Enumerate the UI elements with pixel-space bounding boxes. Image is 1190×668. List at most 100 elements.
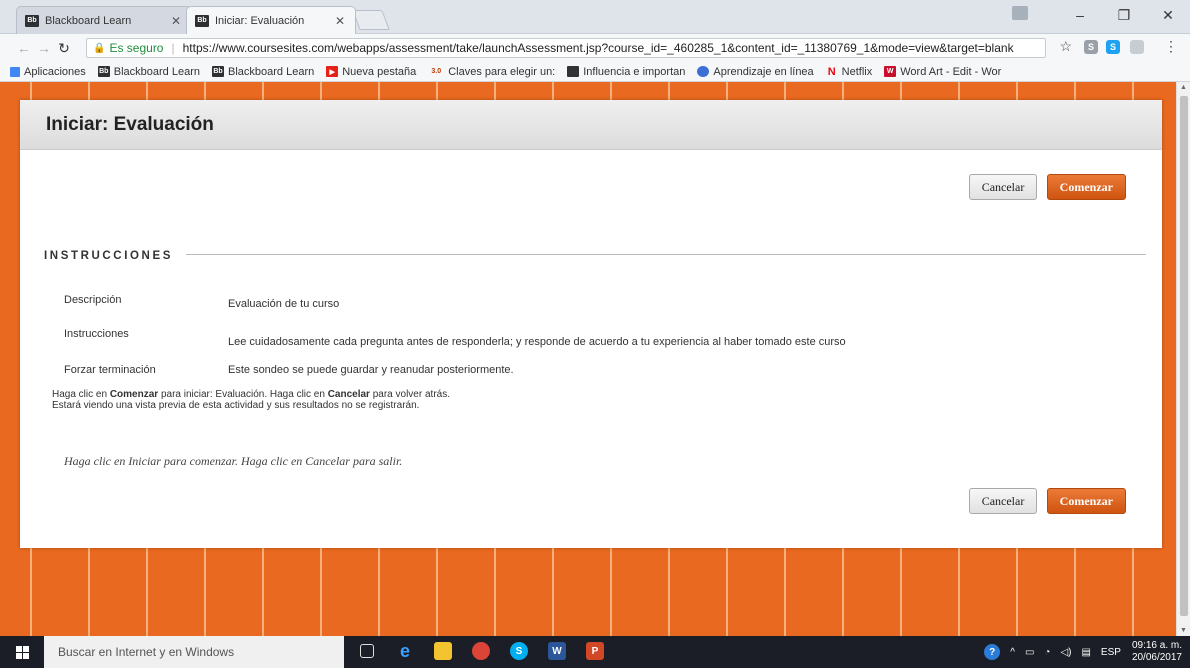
- tab-title: Blackboard Learn: [45, 14, 132, 27]
- browser-menu-icon[interactable]: ⋮: [1164, 38, 1178, 55]
- youtube-icon: ▶: [326, 66, 339, 77]
- top-button-row: Cancelar Comenzar: [963, 174, 1126, 200]
- three-point-zero-icon: 3.0: [431, 68, 442, 75]
- taskbar-search-input[interactable]: Buscar en Internet y en Windows: [44, 636, 344, 668]
- bookmark-label: Nueva pestaña: [342, 65, 417, 78]
- help-icon[interactable]: ?: [984, 644, 1001, 660]
- wifi-icon[interactable]: ◔: [1044, 647, 1050, 658]
- bookmark-label: Claves para elegir un:: [448, 65, 556, 78]
- powerpoint-icon[interactable]: P: [586, 642, 604, 660]
- windows-logo-icon: [15, 645, 29, 659]
- scroll-down-icon[interactable]: ▼: [1180, 627, 1187, 634]
- bookmark-star-icon[interactable]: ☆: [1059, 38, 1072, 55]
- bookmarks-bar: Aplicaciones Bb Blackboard Learn Bb Blac…: [0, 62, 1190, 82]
- lock-icon: 🔒: [93, 42, 106, 54]
- edge-icon[interactable]: e: [396, 641, 414, 661]
- row-label: Instrucciones: [64, 328, 129, 340]
- note-text: para volver atrás.: [369, 389, 450, 400]
- url-input[interactable]: 🔒 Es seguro | https://www.coursesites.co…: [86, 38, 1046, 58]
- blackboard-icon: Bb: [195, 14, 209, 27]
- scroll-up-icon[interactable]: ▲: [1180, 84, 1187, 91]
- row-value: Evaluación de tu curso: [228, 298, 340, 310]
- forward-arrow-icon[interactable]: →: [34, 40, 54, 56]
- row-value: Este sondeo se puede guardar y reanudar …: [228, 364, 514, 376]
- word-icon[interactable]: W: [548, 642, 566, 660]
- skype-icon[interactable]: S: [510, 642, 528, 660]
- back-arrow-icon[interactable]: ←: [14, 40, 34, 56]
- browser-tab-strip: Bb Blackboard Learn ✕ Bb Iniciar: Evalua…: [0, 0, 1190, 34]
- bookmark-icon: [567, 66, 580, 77]
- wordart-icon: W: [884, 66, 897, 77]
- clock[interactable]: 09:16 a. m. 20/06/2017: [1132, 640, 1182, 664]
- reload-icon[interactable]: ↻: [54, 40, 74, 57]
- divider: |: [171, 41, 175, 55]
- start-menu-button[interactable]: [0, 636, 44, 668]
- italic-instructions: Haga clic en Iniciar para comenzar. Haga…: [64, 454, 403, 468]
- extension-icon[interactable]: [1130, 40, 1144, 54]
- bookmark-label: Aprendizaje en línea: [713, 65, 814, 78]
- clock-time: 09:16 a. m.: [1131, 640, 1182, 651]
- blackboard-icon: Bb: [25, 14, 39, 27]
- tab-title: Iniciar: Evaluación: [215, 14, 305, 27]
- volume-icon[interactable]: ◁): [1060, 647, 1071, 658]
- bookmark-aprendizaje[interactable]: Aprendizaje en línea: [697, 65, 814, 78]
- blackboard-icon: Bb: [97, 66, 110, 77]
- bottom-button-row: Cancelar Comenzar: [963, 488, 1126, 514]
- section-title: INSTRUCCIONES: [44, 250, 174, 262]
- bookmark-apps[interactable]: Aplicaciones: [10, 66, 86, 78]
- bookmark-influencia[interactable]: Influencia e importan: [567, 66, 685, 78]
- task-view-icon[interactable]: [360, 644, 374, 658]
- secure-label: Es seguro: [109, 41, 164, 55]
- bookmark-label: Word Art - Edit - Wor: [900, 65, 1002, 78]
- system-tray: ? ^ ▭ ◔ ◁) ▤ ESP 09:16 a. m. 20/06/2017: [979, 636, 1190, 668]
- note-bold: Comenzar: [109, 389, 159, 400]
- address-bar-row: ← → ↻ 🔒 Es seguro | https://www.coursesi…: [0, 34, 1190, 62]
- note-text: Haga clic en: [52, 389, 110, 400]
- scrollbar-thumb[interactable]: [1180, 96, 1188, 616]
- apps-icon: [10, 66, 20, 77]
- note-text: para iniciar: Evaluación. Haga clic en: [158, 389, 328, 400]
- bookmark-netflix[interactable]: N Netflix: [826, 66, 873, 78]
- netflix-icon: N: [827, 65, 836, 78]
- bookmark-label: Influencia e importan: [583, 65, 686, 78]
- minimize-button[interactable]: –: [1058, 0, 1102, 30]
- cancel-button-bottom[interactable]: Cancelar: [968, 488, 1038, 514]
- notification-icon[interactable]: ▤: [1081, 647, 1090, 658]
- section-divider: [186, 254, 1146, 255]
- globe-icon: [697, 66, 710, 77]
- page-scrollbar[interactable]: ▲ ▼: [1176, 82, 1190, 636]
- chevron-up-icon[interactable]: ^: [1010, 647, 1015, 658]
- skype-extension-icon[interactable]: S: [1106, 40, 1120, 54]
- start-button-bottom[interactable]: Comenzar: [1046, 488, 1126, 514]
- bookmark-blackboard-1[interactable]: Bb Blackboard Learn: [97, 65, 200, 78]
- bookmark-blackboard-2[interactable]: Bb Blackboard Learn: [212, 66, 314, 78]
- file-explorer-icon[interactable]: [434, 642, 452, 660]
- language-indicator[interactable]: ESP: [1101, 647, 1121, 658]
- cancel-button-top[interactable]: Cancelar: [968, 174, 1038, 200]
- close-icon[interactable]: ✕: [171, 14, 181, 28]
- row-label: Forzar terminación: [64, 364, 156, 376]
- profile-icon[interactable]: [1012, 6, 1028, 20]
- clock-date: 20/06/2017: [1131, 652, 1182, 663]
- extension-icon[interactable]: S: [1084, 40, 1098, 54]
- bookmark-label: Blackboard Learn: [113, 65, 200, 78]
- note-line-2: Estará viendo una vista previa de esta a…: [52, 400, 420, 411]
- panel-header: Iniciar: Evaluación: [20, 100, 1162, 150]
- battery-icon[interactable]: ▭: [1025, 647, 1034, 658]
- tab-iniciar-evaluacion[interactable]: Bb Iniciar: Evaluación ✕: [186, 6, 356, 34]
- page-title: Iniciar: Evaluación: [46, 114, 214, 135]
- tab-blackboard-learn[interactable]: Bb Blackboard Learn ✕: [16, 6, 192, 34]
- bookmark-claves[interactable]: 3.0 Claves para elegir un:: [428, 66, 555, 78]
- bookmark-nueva-pestana[interactable]: ▶ Nueva pestaña: [326, 66, 416, 78]
- new-tab-button[interactable]: [352, 10, 390, 30]
- start-button-top[interactable]: Comenzar: [1046, 174, 1126, 200]
- chrome-icon[interactable]: [472, 642, 490, 660]
- restore-button[interactable]: ❐: [1102, 0, 1146, 30]
- bookmark-word-art[interactable]: W Word Art - Edit - Wor: [884, 66, 1001, 78]
- window-close-button[interactable]: ✕: [1146, 0, 1190, 30]
- bookmark-label: Blackboard Learn: [228, 65, 315, 78]
- row-label: Descripción: [64, 294, 122, 306]
- blackboard-icon: Bb: [212, 66, 224, 77]
- close-icon[interactable]: ✕: [335, 14, 345, 28]
- bookmark-label: Aplicaciones: [24, 65, 86, 78]
